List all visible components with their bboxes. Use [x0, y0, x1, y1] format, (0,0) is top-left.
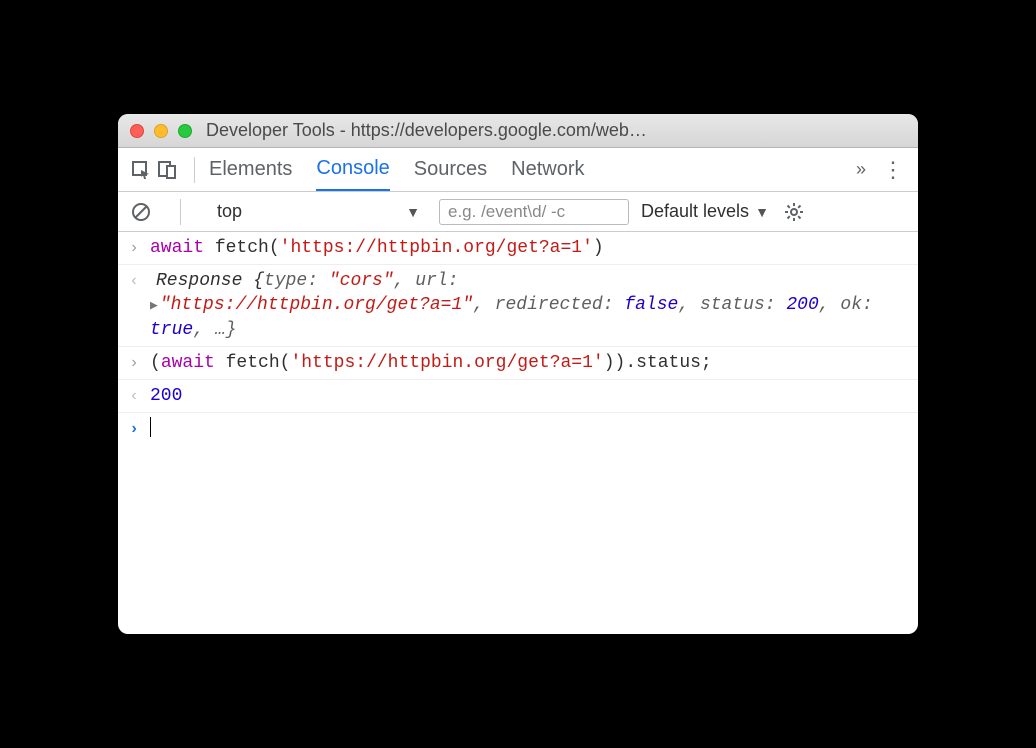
devtools-window: Developer Tools - https://developers.goo…: [118, 114, 918, 634]
console-filter-bar: top ▼ e.g. /event\d/ -c Default levels ▼: [118, 192, 918, 232]
console-output-row: ‹ Response {type: "cors", url: ▶"https:/…: [118, 265, 918, 347]
prompt-chevron-icon: ›: [124, 417, 144, 441]
context-selector[interactable]: top ▼: [207, 198, 427, 226]
maximize-icon[interactable]: [178, 124, 192, 138]
minimize-icon[interactable]: [154, 124, 168, 138]
console-output-value: 200: [144, 384, 910, 408]
filter-input[interactable]: e.g. /event\d/ -c: [439, 199, 629, 225]
log-levels-selector[interactable]: Default levels ▼: [641, 201, 769, 222]
inspect-element-icon[interactable]: [128, 157, 154, 183]
tab-elements[interactable]: Elements: [209, 148, 292, 191]
text-cursor: [150, 417, 151, 437]
settings-icon[interactable]: [781, 199, 807, 225]
window-title: Developer Tools - https://developers.goo…: [206, 120, 906, 141]
console-input-text: (await fetch('https://httpbin.org/get?a=…: [144, 351, 910, 375]
console-prompt-input[interactable]: [144, 417, 910, 442]
device-toolbar-icon[interactable]: [154, 157, 180, 183]
toolbar: Elements Console Sources Network » ⋮: [118, 148, 918, 192]
console-body[interactable]: › await fetch('https://httpbin.org/get?a…: [118, 232, 918, 634]
output-chevron-icon: ‹: [124, 384, 144, 408]
console-input-text: await fetch('https://httpbin.org/get?a=1…: [144, 236, 910, 260]
tab-sources[interactable]: Sources: [414, 148, 487, 191]
input-chevron-icon: ›: [124, 236, 144, 260]
chevron-down-icon: ▼: [406, 204, 420, 220]
input-chevron-icon: ›: [124, 351, 144, 375]
tab-console[interactable]: Console: [316, 148, 389, 191]
panel-tabs: Elements Console Sources Network: [209, 148, 585, 191]
close-icon[interactable]: [130, 124, 144, 138]
titlebar: Developer Tools - https://developers.goo…: [118, 114, 918, 148]
console-output-row: ‹ 200: [118, 380, 918, 413]
tab-network[interactable]: Network: [511, 148, 584, 191]
clear-console-icon[interactable]: [128, 199, 154, 225]
separator: [180, 199, 181, 225]
chevron-down-icon: ▼: [755, 204, 769, 220]
separator: [194, 157, 195, 183]
tabs-overflow-icon[interactable]: »: [856, 159, 866, 180]
console-prompt-row[interactable]: ›: [118, 413, 918, 446]
console-output-object[interactable]: Response {type: "cors", url: ▶"https://h…: [144, 269, 910, 342]
levels-label: Default levels: [641, 201, 749, 222]
console-input-row: › (await fetch('https://httpbin.org/get?…: [118, 347, 918, 380]
context-label: top: [217, 201, 242, 222]
expand-triangle-icon[interactable]: ▶: [150, 294, 158, 318]
output-chevron-icon: ‹: [124, 269, 144, 293]
filter-placeholder: e.g. /event\d/ -c: [448, 202, 565, 222]
console-input-row: › await fetch('https://httpbin.org/get?a…: [118, 232, 918, 265]
traffic-lights: [130, 124, 192, 138]
